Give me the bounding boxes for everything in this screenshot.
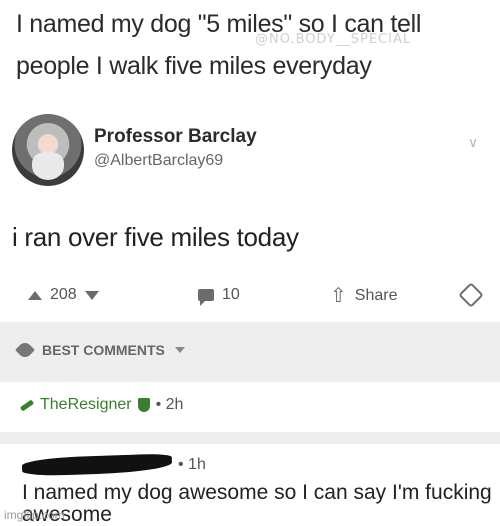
comment-1-header: TheResigner • 2h <box>19 396 184 414</box>
award-button[interactable] <box>458 282 484 308</box>
chevron-down-icon[interactable]: ∨ <box>468 134 478 151</box>
pin-icon <box>19 398 35 412</box>
comment-divider-band <box>0 432 500 444</box>
meme-caption-line2: people I walk five miles everyday <box>16 52 372 80</box>
comment-2-header: • 1h <box>21 453 206 477</box>
comment-1-time: • 2h <box>155 396 184 413</box>
comments-action[interactable]: 10 <box>198 286 240 306</box>
watermark-text: @NO.BODY__SPECIAL <box>255 32 412 47</box>
author-handle[interactable]: @AlbertBarclay69 <box>94 152 223 170</box>
share-label: Share <box>354 287 398 304</box>
post-actions-bar: 208 10 ⇧ Share <box>0 280 500 312</box>
moderator-shield-icon <box>137 398 150 412</box>
sort-label: BEST COMMENTS <box>42 342 165 358</box>
share-icon: ⇧ <box>330 285 347 307</box>
comment-count: 10 <box>222 286 240 303</box>
avatar-beard <box>32 152 64 180</box>
rocket-icon <box>15 340 35 360</box>
caret-down-icon <box>174 347 185 353</box>
author-display-name[interactable]: Professor Barclay <box>94 126 257 148</box>
imgflip-watermark: imgflip.com <box>4 508 65 522</box>
award-icon <box>458 282 484 308</box>
vote-group: 208 <box>28 286 99 304</box>
upvote-count: 208 <box>50 286 77 303</box>
best-comments-sort[interactable]: BEST COMMENTS <box>15 340 185 360</box>
share-button[interactable]: ⇧ Share <box>330 286 397 306</box>
redacted-username <box>21 453 173 477</box>
author-avatar[interactable] <box>12 114 84 186</box>
downvote-icon[interactable] <box>84 290 99 300</box>
comment-2-body: I named my dog awesome so I can say I'm … <box>22 481 492 526</box>
post-body: i ran over five miles today <box>12 222 299 252</box>
comment-1-author[interactable]: TheResigner <box>40 396 132 414</box>
comment-2-time: • 1h <box>178 456 206 473</box>
comment-icon <box>198 289 214 306</box>
upvote-icon[interactable] <box>28 290 42 300</box>
